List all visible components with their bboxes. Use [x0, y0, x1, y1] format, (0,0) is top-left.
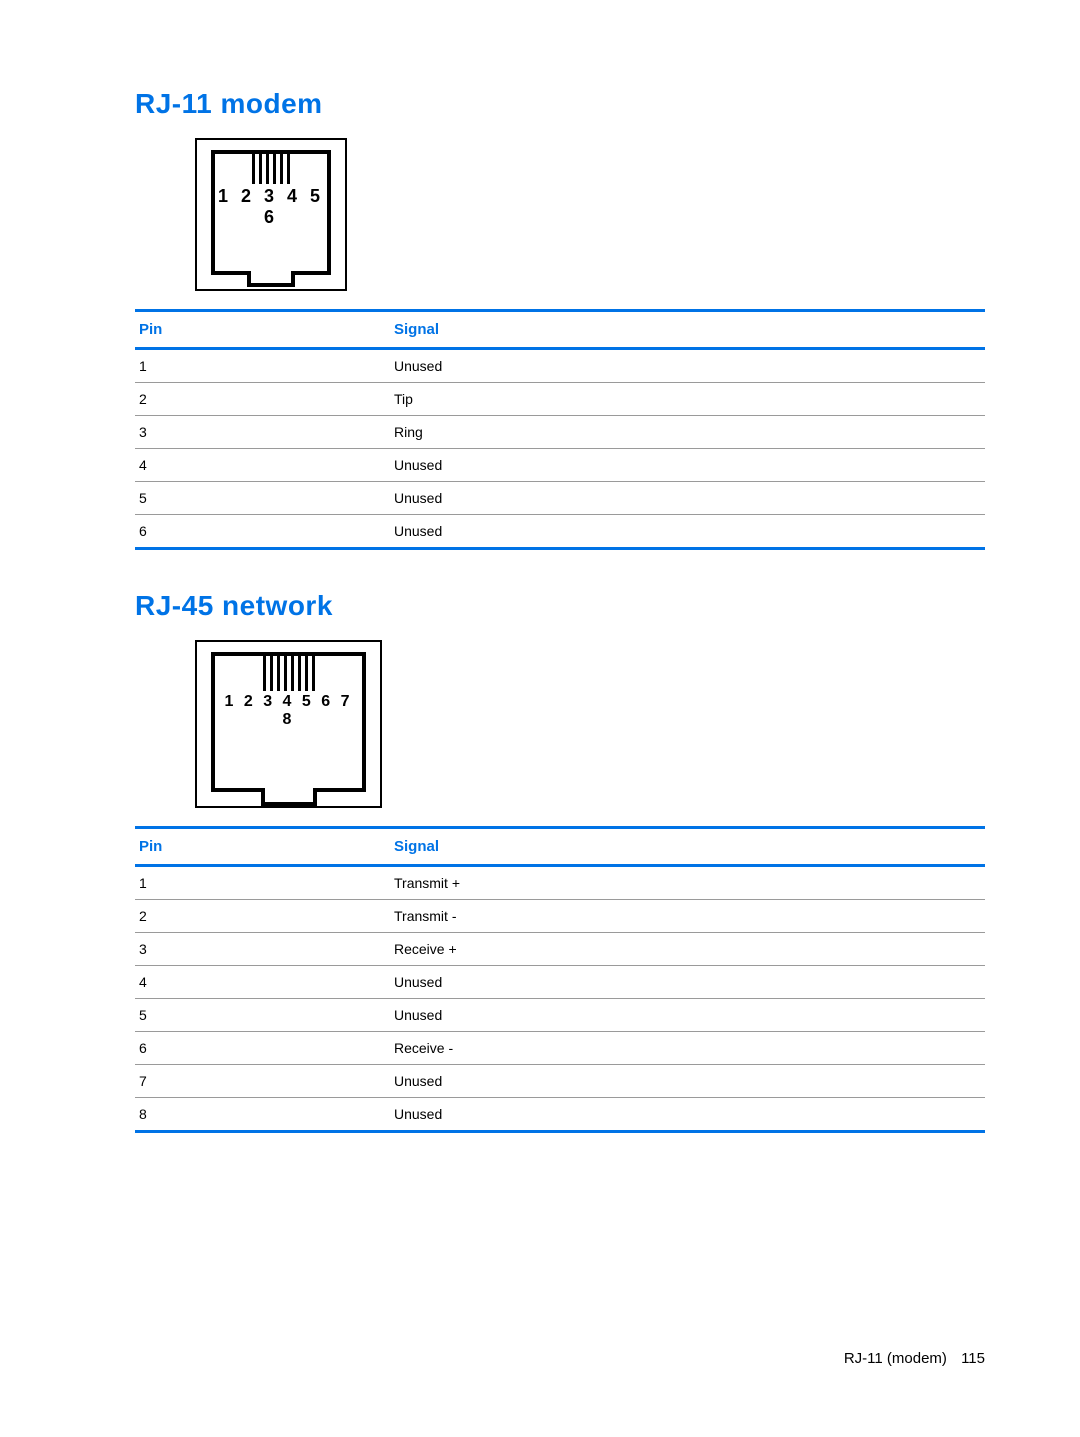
pin-line	[277, 656, 280, 691]
page-content: RJ-11 modem 1 2 3 4 5 6 Pin Signal 1Unus…	[0, 0, 1080, 1133]
heading-rj11: RJ-11 modem	[135, 88, 985, 120]
rj11-connector-diagram: 1 2 3 4 5 6	[195, 138, 347, 291]
pin-line	[298, 656, 301, 691]
table-row: 8Unused	[135, 1098, 985, 1132]
footer-text: RJ-11 (modem)	[844, 1350, 947, 1367]
table-row: 1Unused	[135, 349, 985, 383]
rj45-pinout-table: Pin Signal 1Transmit + 2Transmit - 3Rece…	[135, 826, 985, 1133]
pin-line	[291, 656, 294, 691]
pin-line	[305, 656, 308, 691]
table-row: 3Ring	[135, 416, 985, 449]
pin-line	[280, 154, 283, 184]
jack-notch	[261, 788, 317, 806]
table-row: 6Unused	[135, 515, 985, 549]
table-header-signal: Signal	[390, 828, 985, 866]
pin-numbers-rj45: 1 2 3 4 5 6 7 8	[215, 693, 362, 729]
pin-line	[252, 154, 255, 184]
pin-line	[273, 154, 276, 184]
pin-line	[284, 656, 287, 691]
pin-line	[287, 154, 290, 184]
table-row: 1Transmit +	[135, 866, 985, 900]
page-footer: RJ-11 (modem) 115	[844, 1350, 985, 1367]
table-row: 3Receive +	[135, 933, 985, 966]
table-row: 5Unused	[135, 999, 985, 1032]
pin-line	[263, 656, 266, 691]
table-row: 4Unused	[135, 449, 985, 482]
rj45-connector-diagram: 1 2 3 4 5 6 7 8	[195, 640, 382, 808]
table-header-signal: Signal	[390, 311, 985, 349]
pin-line	[270, 656, 273, 691]
pin-line	[312, 656, 315, 691]
table-header-pin: Pin	[135, 311, 390, 349]
table-header-pin: Pin	[135, 828, 390, 866]
pin-line	[266, 154, 269, 184]
rj11-pinout-table: Pin Signal 1Unused 2Tip 3Ring 4Unused 5U…	[135, 309, 985, 550]
heading-rj45: RJ-45 network	[135, 590, 985, 622]
pin-numbers-rj11: 1 2 3 4 5 6	[215, 186, 327, 228]
table-row: 2Transmit -	[135, 900, 985, 933]
page-number: 115	[961, 1350, 985, 1367]
table-row: 2Tip	[135, 383, 985, 416]
jack-notch	[247, 271, 295, 287]
table-row: 4Unused	[135, 966, 985, 999]
pin-line	[259, 154, 262, 184]
table-row: 7Unused	[135, 1065, 985, 1098]
table-row: 5Unused	[135, 482, 985, 515]
table-row: 6Receive -	[135, 1032, 985, 1065]
